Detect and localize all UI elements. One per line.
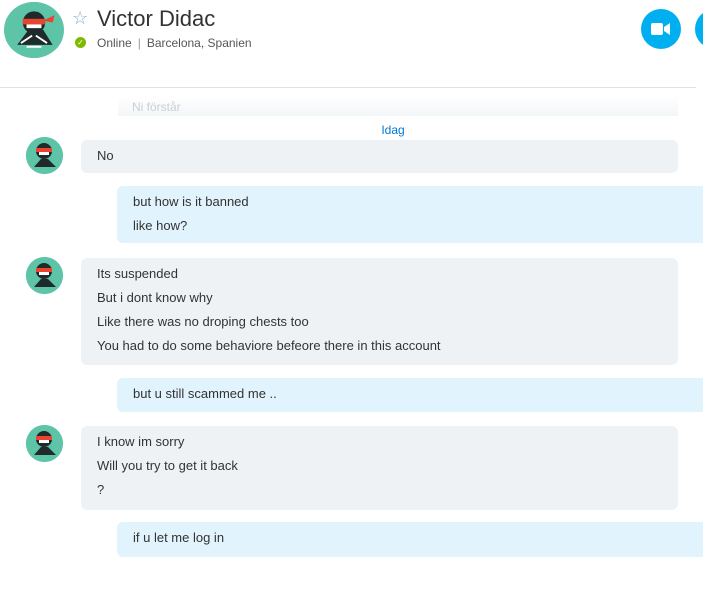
header-divider [0,87,696,88]
online-status-icon: ✓ [75,37,86,48]
video-call-button[interactable] [641,9,681,49]
message-bubble-outgoing[interactable]: if u let me log in [117,522,703,557]
message-text: ? [97,482,105,497]
message-text: but how is it banned [133,194,249,209]
message-text: Its suspended [97,266,178,281]
message-bubble-incoming[interactable]: Its suspended But i dont know why Like t… [81,258,678,365]
message-text: You had to do some behaviore befeore the… [97,338,441,353]
partial-previous-message: Ni förstår [118,96,678,116]
message-text: Like there was no droping chests too [97,314,309,329]
date-separator: Idag [381,123,405,137]
message-bubble-outgoing[interactable]: but u still scammed me .. [117,378,703,412]
typing-indicator [30,596,60,602]
message-text: like how? [133,218,188,233]
star-outline-icon[interactable]: ☆ [72,8,88,29]
video-camera-icon [651,23,670,35]
message-text: but u still scammed me .. [133,386,277,401]
message-bubble-outgoing[interactable]: but how is it banned like how? [117,186,703,243]
sender-avatar[interactable] [26,425,63,462]
contact-avatar[interactable] [4,2,64,58]
message-bubble-incoming[interactable]: I know im sorry Will you try to get it b… [81,426,678,510]
message-text: No [97,148,114,163]
contact-status: Online | Barcelona, Spanien [97,36,252,50]
sender-avatar[interactable] [26,137,63,174]
audio-call-button[interactable] [695,9,703,49]
message-text: I know im sorry [97,434,185,449]
contact-name: Victor Didac [97,6,216,31]
chat-header: ☆ Victor Didac ✓ Online | Barcelona, Spani… [0,0,703,88]
message-text: But i dont know why [97,290,213,305]
sender-avatar[interactable] [26,257,63,294]
location-label: Barcelona, Spanien [146,36,252,50]
message-text: if u let me log in [133,530,225,545]
message-text: Will you try to get it back [97,458,238,473]
status-separator: | [137,36,141,50]
message-bubble-incoming[interactable]: No [81,140,678,173]
status-label: Online [97,36,132,50]
